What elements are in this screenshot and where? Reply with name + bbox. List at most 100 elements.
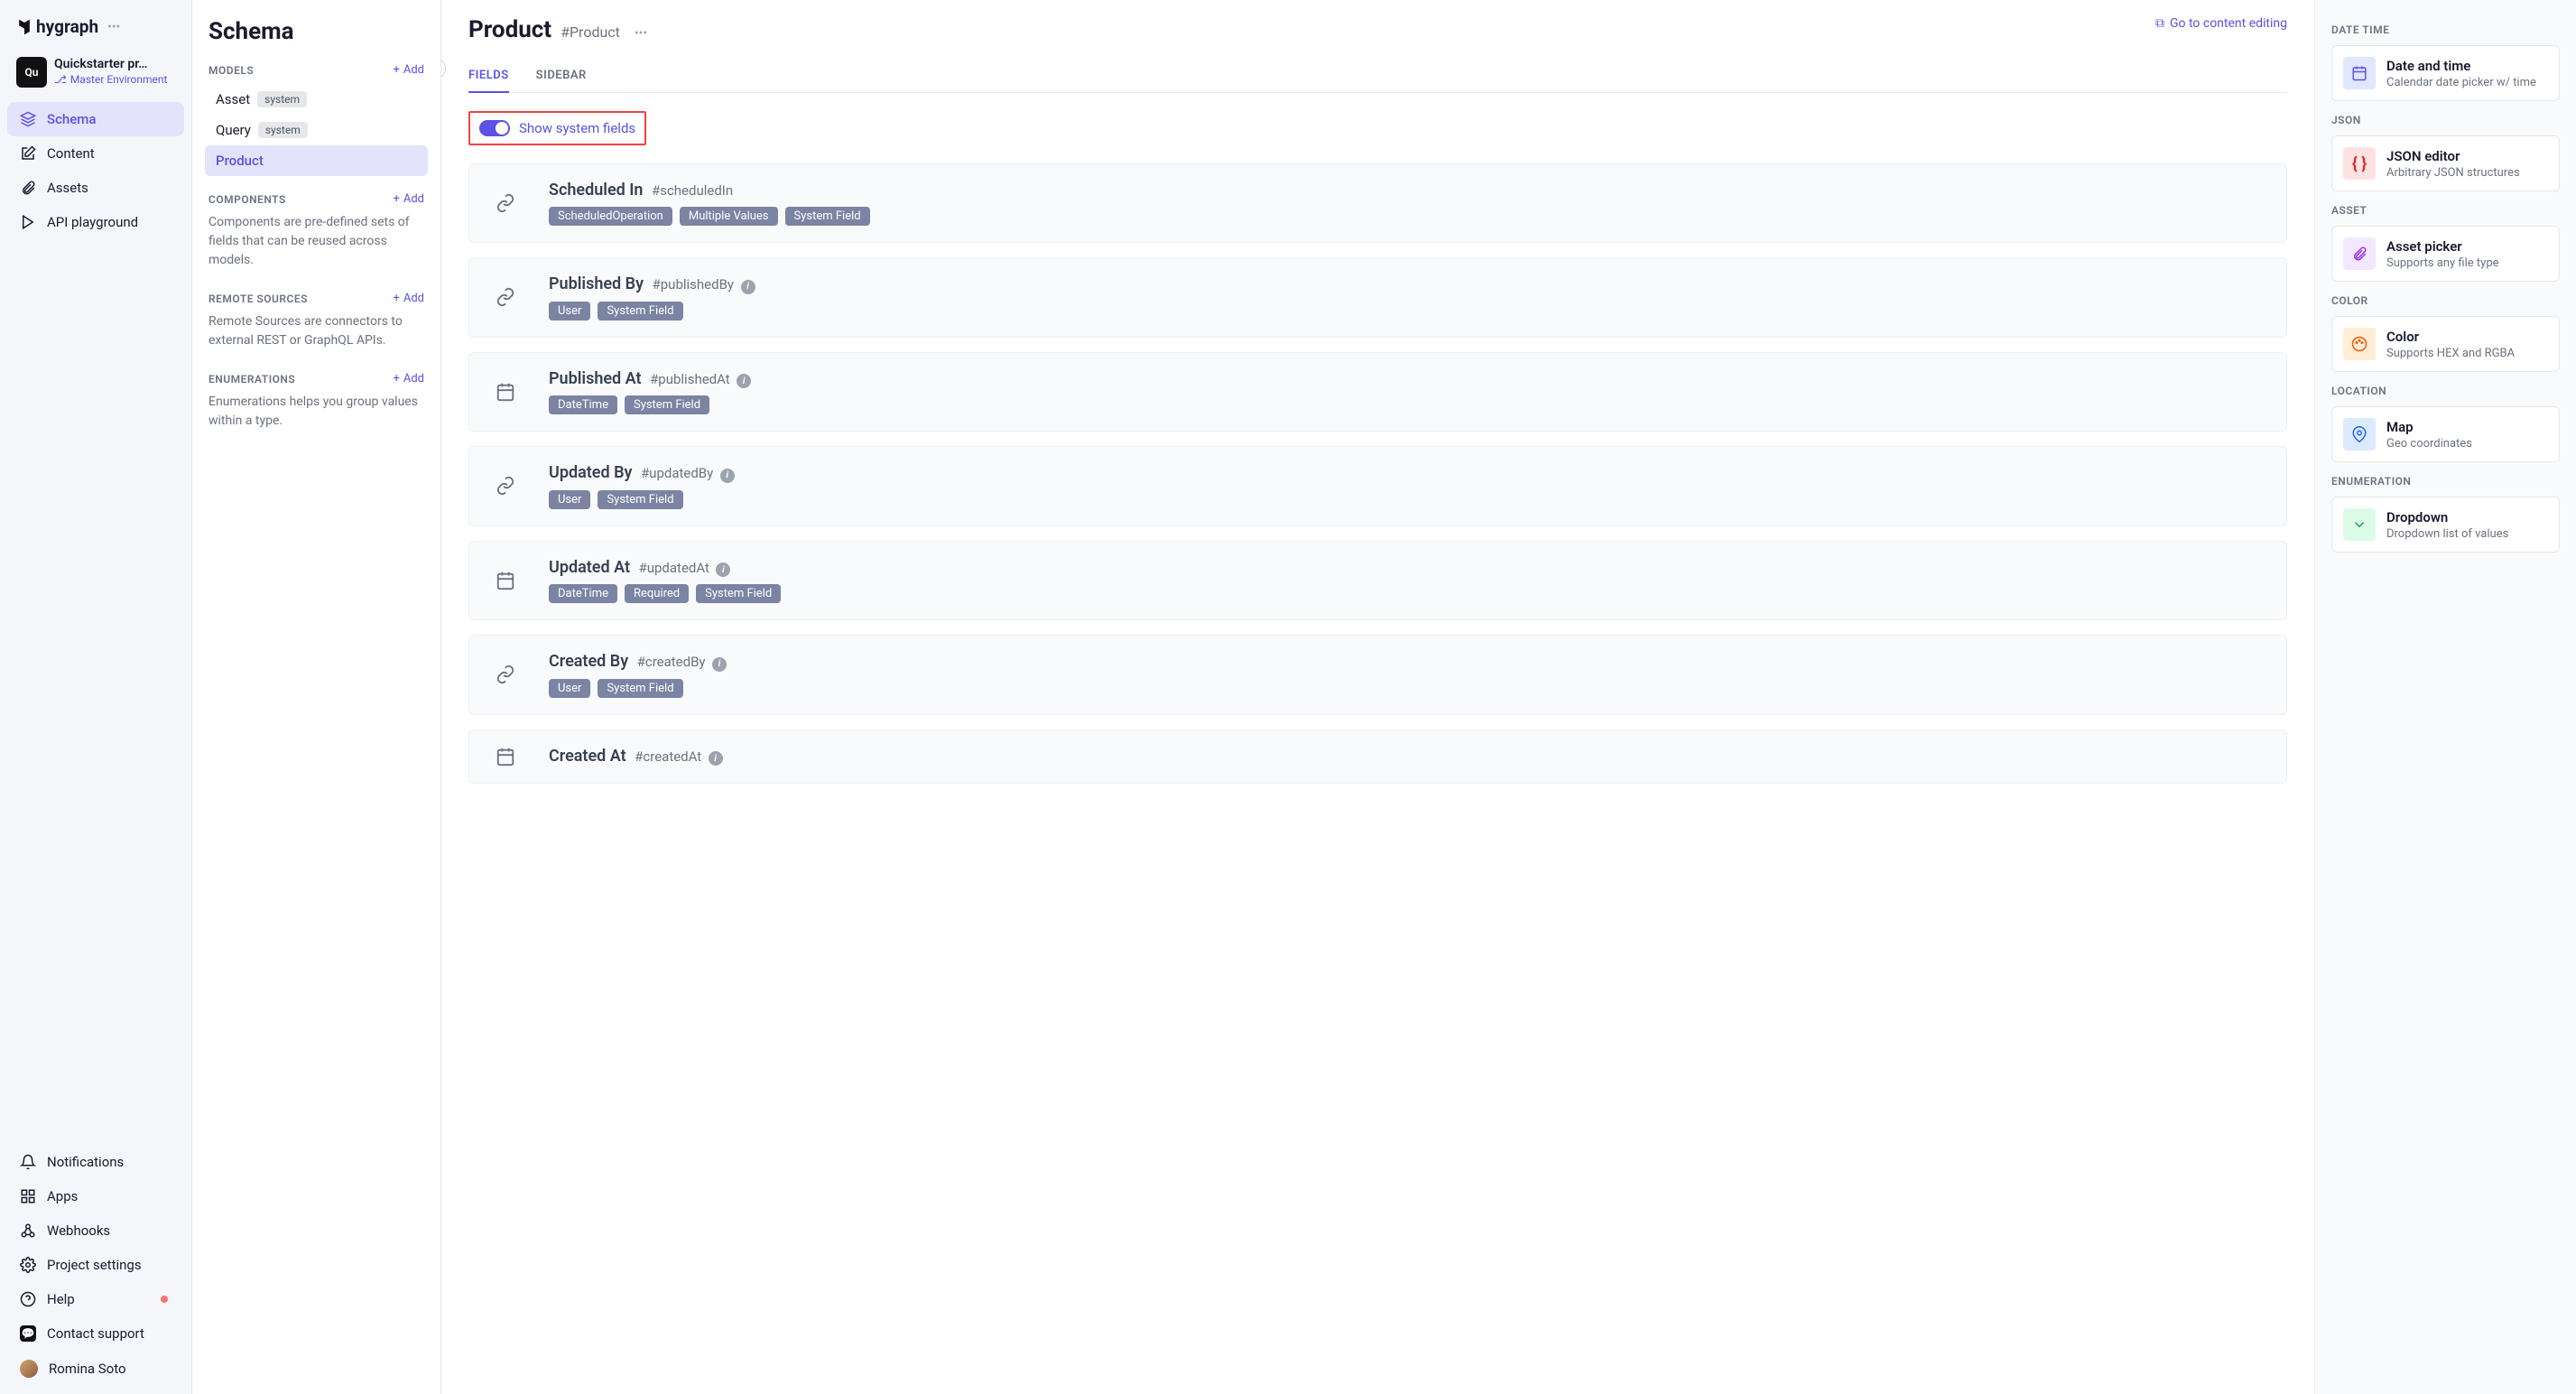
- schema-panel: Schema MODELS +Add AssetsystemQuerysyste…: [192, 0, 441, 1394]
- project-selector[interactable]: Qu Quickstarter pr… ⎇ Master Environment: [7, 51, 184, 102]
- field-title: Created At: [549, 747, 626, 766]
- nav-label: Apps: [47, 1188, 78, 1204]
- sidebar-item-webhooks[interactable]: Webhooks: [7, 1213, 184, 1248]
- field-type-section-label: ENUMERATION: [2331, 475, 2560, 488]
- plus-icon: +: [393, 372, 399, 386]
- add-model-button[interactable]: +Add: [393, 63, 424, 77]
- logo-text: hygraph: [36, 16, 98, 37]
- clip-icon: [2343, 237, 2376, 270]
- field-chip: DateTime: [549, 584, 617, 603]
- model-name: Product: [216, 153, 264, 169]
- field-type-title: JSON editor: [2386, 148, 2520, 164]
- field-card[interactable]: Created At #createdAt i: [468, 730, 2287, 784]
- external-link-icon: ⧉: [2155, 16, 2164, 31]
- sidebar-item-help[interactable]: Help: [7, 1282, 184, 1316]
- system-pill: system: [257, 91, 307, 107]
- tab-fields[interactable]: FIELDS: [468, 60, 509, 93]
- add-enum-button[interactable]: +Add: [393, 372, 424, 386]
- field-chip: DateTime: [549, 395, 617, 414]
- add-remote-button[interactable]: +Add: [393, 292, 424, 305]
- sidebar-item-user[interactable]: Romina Soto: [7, 1351, 184, 1387]
- go-to-content-link[interactable]: ⧉ Go to content editing: [2155, 16, 2287, 31]
- field-card[interactable]: Scheduled In #scheduledIn ScheduledOpera…: [468, 163, 2287, 243]
- sidebar-item-apps[interactable]: Apps: [7, 1179, 184, 1213]
- field-type-desc: Dropdown list of values: [2386, 527, 2508, 541]
- nav-label: Romina Soto: [49, 1361, 126, 1377]
- field-card[interactable]: Updated By #updatedBy i UserSystem Field: [468, 446, 2287, 526]
- logo[interactable]: hygraph: [16, 16, 98, 37]
- sidebar-item-schema[interactable]: Schema: [7, 102, 184, 136]
- support-icon: 💬: [20, 1325, 36, 1342]
- sidebar-nav: hygraph ••• Qu Quickstarter pr… ⎇ Master…: [0, 0, 192, 1394]
- field-api-id: #updatedBy: [641, 465, 713, 481]
- remote-section-label: REMOTE SOURCES: [208, 293, 308, 305]
- field-type-section-label: LOCATION: [2331, 385, 2560, 397]
- sidebar-item-content[interactable]: Content: [7, 136, 184, 171]
- plus-icon: +: [393, 63, 399, 77]
- field-chip: User: [549, 302, 590, 321]
- field-api-id: #createdAt: [635, 748, 701, 765]
- field-card[interactable]: Updated At #updatedAt i DateTimeRequired…: [468, 541, 2287, 621]
- show-system-fields-toggle[interactable]: [479, 120, 510, 136]
- collapse-panel-button[interactable]: «: [441, 58, 446, 79]
- model-actions-icon[interactable]: •••: [635, 26, 647, 41]
- field-type-card[interactable]: Map Geo coordinates: [2331, 406, 2560, 462]
- components-section-label: COMPONENTS: [208, 193, 286, 206]
- info-icon[interactable]: i: [741, 280, 755, 294]
- project-environment: ⎇ Master Environment: [54, 73, 167, 86]
- add-component-button[interactable]: +Add: [393, 192, 424, 206]
- dropdown-icon: [2343, 508, 2376, 541]
- branch-icon: ⎇: [54, 73, 67, 86]
- field-card[interactable]: Published At #publishedAt i DateTimeSyst…: [468, 352, 2287, 432]
- field-type-section-label: DATE TIME: [2331, 23, 2560, 36]
- sidebar-item-assets[interactable]: Assets: [7, 171, 184, 205]
- field-card[interactable]: Created By #createdBy i UserSystem Field: [468, 635, 2287, 715]
- field-type-section-label: ASSET: [2331, 204, 2560, 217]
- field-type-card[interactable]: Dropdown Dropdown list of values: [2331, 497, 2560, 553]
- nav-label: Schema: [47, 111, 96, 127]
- field-type-card[interactable]: { } JSON editor Arbitrary JSON structure…: [2331, 135, 2560, 191]
- field-chip: System Field: [598, 679, 682, 698]
- field-chip: ScheduledOperation: [549, 207, 672, 226]
- more-menu-icon[interactable]: •••: [107, 20, 120, 34]
- avatar: [20, 1360, 38, 1378]
- content-icon: [20, 145, 36, 162]
- api-icon: [20, 214, 36, 230]
- info-icon[interactable]: i: [716, 562, 730, 577]
- project-badge: Qu: [16, 57, 47, 88]
- field-type-card[interactable]: Date and time Calendar date picker w/ ti…: [2331, 45, 2560, 101]
- calendar-icon: [487, 747, 524, 767]
- field-type-desc: Geo coordinates: [2386, 437, 2472, 451]
- nav-label: Content: [47, 145, 95, 162]
- field-type-section-label: COLOR: [2331, 294, 2560, 307]
- sidebar-item-support[interactable]: 💬Contact support: [7, 1316, 184, 1351]
- pin-icon: [2343, 418, 2376, 451]
- info-icon[interactable]: i: [737, 374, 751, 388]
- sidebar-item-notifications[interactable]: Notifications: [7, 1145, 184, 1179]
- field-api-id: #publishedAt: [650, 371, 730, 387]
- field-title: Updated By: [549, 463, 632, 482]
- models-section-label: MODELS: [208, 64, 254, 77]
- model-item-asset[interactable]: Assetsystem: [205, 84, 428, 115]
- tab-sidebar[interactable]: SIDEBAR: [536, 60, 587, 92]
- link-icon: [487, 476, 524, 496]
- info-icon[interactable]: i: [712, 657, 727, 672]
- field-type-card[interactable]: Color Supports HEX and RGBA: [2331, 316, 2560, 372]
- help-icon: [20, 1291, 36, 1307]
- field-type-card[interactable]: Asset picker Supports any file type: [2331, 226, 2560, 282]
- info-icon[interactable]: i: [709, 751, 723, 766]
- sidebar-item-settings[interactable]: Project settings: [7, 1248, 184, 1282]
- nav-label: Help: [47, 1291, 75, 1307]
- nav-label: Project settings: [47, 1257, 142, 1273]
- model-item-product[interactable]: Product: [205, 145, 428, 176]
- info-icon[interactable]: i: [720, 469, 735, 483]
- sidebar-item-api[interactable]: API playground: [7, 205, 184, 239]
- calendar-icon: [487, 382, 524, 402]
- braces-icon: { }: [2343, 147, 2376, 180]
- field-types-panel: DATE TIME Date and time Calendar date pi…: [2314, 0, 2576, 1394]
- field-type-desc: Calendar date picker w/ time: [2386, 76, 2536, 89]
- show-system-fields-label: Show system fields: [519, 120, 635, 136]
- field-chip: System Field: [598, 302, 682, 321]
- field-card[interactable]: Published By #publishedBy i UserSystem F…: [468, 257, 2287, 338]
- model-item-query[interactable]: Querysystem: [205, 115, 428, 145]
